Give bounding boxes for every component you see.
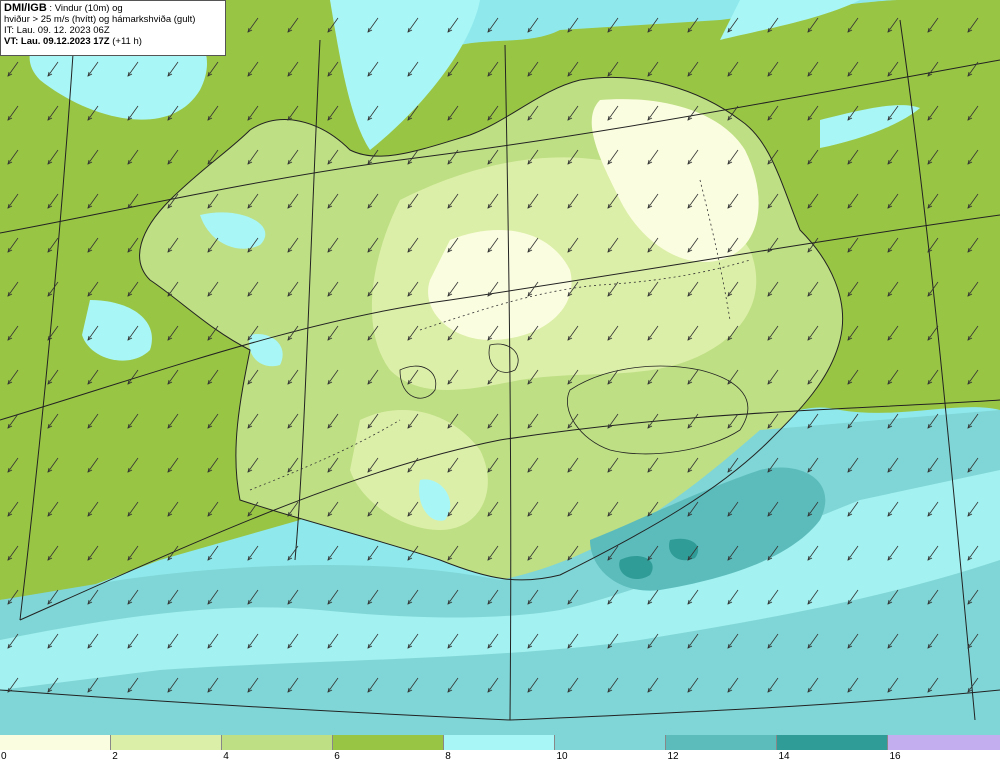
legend-tick-16: 16: [889, 751, 901, 762]
legend-swatch-12-14: [666, 735, 777, 750]
legend-swatch-6-8: [333, 735, 444, 750]
legend-tick-2: 2: [112, 751, 118, 762]
legend-tick-14: 14: [778, 751, 790, 762]
legend-swatch-4-6: [222, 735, 333, 750]
info-box: DMI/IGB : Vindur (10m) og hviður > 25 m/…: [0, 0, 226, 56]
lead-time: (+11 h): [112, 36, 142, 47]
info-line-3: IT: Lau. 09. 12. 2023 06Z: [4, 25, 110, 36]
legend-swatch-2-4: [111, 735, 222, 750]
legend-swatch-14-16: [777, 735, 888, 750]
info-line-4: VT: Lau. 09.12.2023 17Z (+11 h): [4, 36, 222, 47]
legend-swatch-0-2: [0, 735, 111, 750]
legend-tick-4: 4: [223, 751, 229, 762]
legend-tick-12: 12: [667, 751, 679, 762]
wind-map: [0, 0, 1000, 735]
legend-tick-6: 6: [334, 751, 340, 762]
legend-tick-8: 8: [445, 751, 451, 762]
info-line-1: DMI/IGB : Vindur (10m) og: [4, 2, 222, 15]
valid-time: VT: Lau. 09.12.2023 17Z: [4, 36, 110, 47]
legend-swatch-8-10: [444, 735, 555, 750]
legend-swatch-10-12: [555, 735, 666, 750]
legend-swatch-16-plus: [888, 735, 1000, 750]
brand-label: DMI/IGB: [4, 2, 47, 14]
legend-swatches: [0, 735, 1000, 750]
color-legend: 0 2 4 6 8 10 12 14 16: [0, 735, 1000, 764]
variable-label: : Vindur (10m) og: [49, 3, 123, 14]
info-line-2: hviður > 25 m/s (hvítt) og hámarkshviða …: [4, 14, 196, 25]
legend-tick-0: 0: [1, 751, 7, 762]
legend-tick-10: 10: [556, 751, 568, 762]
